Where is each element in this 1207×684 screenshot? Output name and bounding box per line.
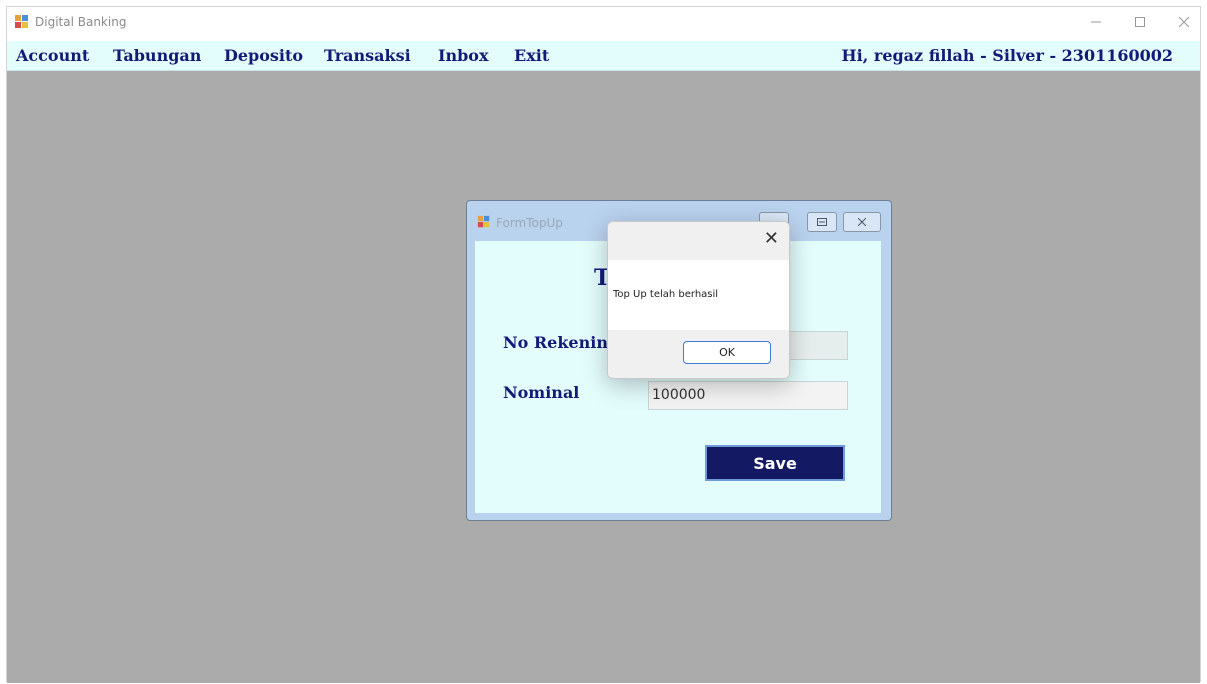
close-button[interactable] bbox=[1162, 7, 1206, 37]
menu-inbox[interactable]: Inbox bbox=[438, 46, 489, 65]
app-icon bbox=[15, 15, 28, 28]
user-greeting: Hi, regaz fillah - Silver - 2301160002 bbox=[841, 46, 1173, 65]
form-close-button[interactable] bbox=[843, 212, 881, 232]
maximize-icon bbox=[1135, 17, 1145, 27]
maximize-button[interactable] bbox=[1118, 7, 1162, 37]
form-title: FormTopUp bbox=[496, 216, 563, 230]
restore-icon bbox=[817, 218, 827, 226]
nominal-field[interactable]: 100000 bbox=[648, 381, 848, 410]
message-box-footer: OK bbox=[608, 330, 789, 378]
minimize-button[interactable] bbox=[1074, 7, 1118, 37]
window-titlebar[interactable]: Digital Banking bbox=[7, 7, 1200, 41]
menu-deposito[interactable]: Deposito bbox=[224, 46, 303, 65]
window-title: Digital Banking bbox=[35, 15, 127, 29]
form-restore-button[interactable] bbox=[807, 212, 837, 232]
menu-account[interactable]: Account bbox=[16, 46, 89, 65]
close-icon bbox=[1179, 17, 1189, 27]
menu-tabungan[interactable]: Tabungan bbox=[113, 46, 201, 65]
minimize-icon bbox=[1091, 21, 1101, 23]
message-box: ✕ Top Up telah berhasil OK bbox=[607, 221, 790, 379]
close-icon[interactable]: ✕ bbox=[764, 228, 779, 249]
close-icon bbox=[858, 218, 866, 226]
message-text: Top Up telah berhasil bbox=[613, 289, 719, 300]
message-box-titlebar[interactable]: ✕ bbox=[608, 222, 789, 260]
nominal-label: Nominal bbox=[503, 383, 580, 402]
save-button[interactable]: Save bbox=[705, 445, 845, 481]
menubar: Account Tabungan Deposito Transaksi Inbo… bbox=[7, 41, 1200, 71]
form-app-icon bbox=[477, 215, 490, 228]
rekening-label: No Rekenin bbox=[503, 333, 608, 352]
menu-exit[interactable]: Exit bbox=[514, 46, 549, 65]
menu-transaksi[interactable]: Transaksi bbox=[324, 46, 411, 65]
ok-button[interactable]: OK bbox=[683, 341, 771, 364]
message-box-body: Top Up telah berhasil bbox=[608, 260, 789, 330]
